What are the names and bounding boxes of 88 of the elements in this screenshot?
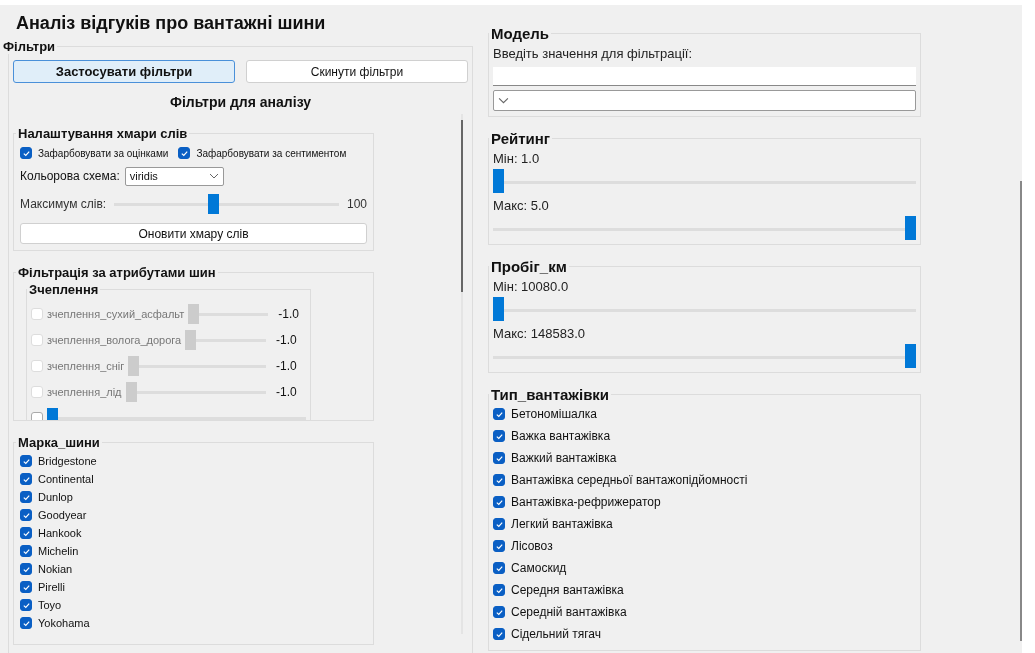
group-title: Модель xyxy=(490,25,551,42)
checkbox-label: Середня вантажівка xyxy=(511,583,624,597)
scrollbar[interactable] xyxy=(1020,181,1022,641)
slider-label: Мін: 10080.0 xyxy=(493,279,570,294)
checkbox[interactable] xyxy=(493,496,505,508)
checkbox[interactable] xyxy=(178,147,191,159)
checkbox[interactable] xyxy=(493,452,505,464)
checkbox-label: Бетономішалка xyxy=(511,407,597,421)
button[interactable]: Застосувати фільтри xyxy=(13,60,235,83)
checkbox-label: Легкий вантажівка xyxy=(511,517,613,531)
checkbox-label: Зафарбовувати за сентиментом xyxy=(196,147,347,159)
group-title: Рейтинг xyxy=(490,130,552,147)
field-label: Введіть значення для фільтрації: xyxy=(493,46,693,61)
checkbox-label: Dunlop xyxy=(38,491,73,503)
checkbox-label: Лісовоз xyxy=(511,539,553,553)
checkbox-label: Сідельний тягач xyxy=(511,627,601,641)
slider-value: -1.0 xyxy=(276,385,298,399)
app-title: Аналіз відгуків про вантажні шини xyxy=(16,13,326,35)
button[interactable]: Скинути фільтри xyxy=(246,60,468,83)
checkbox[interactable] xyxy=(20,599,32,611)
checkbox-label: Середній вантажівка xyxy=(511,605,627,619)
checkbox-label: Pirelli xyxy=(38,581,65,593)
group-title: Фільтрація за атрибутами шин xyxy=(17,266,217,280)
slider-label: Максимум слів: xyxy=(20,197,107,211)
checkbox-label: Важкий вантажівка xyxy=(511,451,617,465)
slider-value: -1.0 xyxy=(276,359,298,373)
input-field[interactable] xyxy=(493,67,916,86)
group-title: Зчеплення xyxy=(28,282,100,297)
checkbox-label: Toyo xyxy=(38,599,62,611)
checkbox-label: Michelin xyxy=(38,545,79,557)
checkbox-label: зчеплення_сніг xyxy=(47,360,125,372)
checkbox-label: Bridgestone xyxy=(38,455,97,467)
checkbox[interactable] xyxy=(20,581,32,593)
checkbox[interactable] xyxy=(493,628,505,640)
checkbox[interactable] xyxy=(493,562,505,574)
checkbox-label: Yokohama xyxy=(38,617,90,629)
slider-label: Макс: 148583.0 xyxy=(493,326,586,341)
slider-thumb[interactable] xyxy=(905,344,916,368)
checkbox[interactable] xyxy=(20,509,32,521)
button[interactable]: Оновити хмару слів xyxy=(20,223,367,244)
checkbox[interactable] xyxy=(20,491,32,503)
checkbox-label: Hankook xyxy=(38,527,82,539)
chevron-down-icon xyxy=(498,97,509,104)
checkbox-label: зчеплення_лід xyxy=(47,386,122,398)
slider-label: Макс: 5.0 xyxy=(493,198,550,213)
slider-thumb[interactable] xyxy=(905,216,916,240)
checkbox[interactable] xyxy=(20,527,32,539)
dropdown[interactable]: viridis xyxy=(124,166,224,186)
scrollbar[interactable] xyxy=(461,114,463,634)
checkbox-label: Вантажівка середньої вантажопідйомності xyxy=(511,473,748,487)
checkbox-label: Goodyear xyxy=(38,509,87,521)
checkbox[interactable] xyxy=(20,545,32,557)
checkbox[interactable] xyxy=(20,617,32,629)
checkbox[interactable] xyxy=(20,147,32,159)
slider-thumb[interactable] xyxy=(493,169,504,193)
checkbox-label: зчеплення_волога_дорога xyxy=(47,334,182,346)
checkbox[interactable] xyxy=(20,563,32,575)
checkbox[interactable] xyxy=(493,474,505,486)
section-heading: Фільтри для аналізу xyxy=(168,94,313,110)
checkbox-label: Важка вантажівка xyxy=(511,429,611,443)
chevron-down-icon xyxy=(208,173,219,179)
slider-thumb[interactable] xyxy=(493,297,504,321)
checkbox-label: Самоскид xyxy=(511,561,567,575)
slider-thumb[interactable] xyxy=(208,194,220,214)
group-title: Пробіг_км xyxy=(490,258,568,275)
checkbox[interactable] xyxy=(493,518,505,530)
group-title: Марка_шини xyxy=(17,435,101,450)
checkbox[interactable] xyxy=(20,473,32,485)
checkbox[interactable] xyxy=(493,606,505,618)
slider-value: -1.0 xyxy=(278,307,300,321)
checkbox[interactable] xyxy=(20,455,32,467)
checkbox[interactable] xyxy=(493,584,505,596)
checkbox-label: Continental xyxy=(38,473,94,485)
slider-value: -1.0 xyxy=(276,333,298,347)
group-title: Фільтри xyxy=(2,39,57,54)
slider-value: 100 xyxy=(346,197,367,211)
field-label: Кольорова схема: xyxy=(20,169,120,183)
dropdown[interactable] xyxy=(493,90,916,111)
checkbox[interactable] xyxy=(493,430,505,442)
group-title: Налаштування хмари слів xyxy=(17,126,189,141)
checkbox[interactable] xyxy=(493,540,505,552)
checkbox-label: зчеплення_сухий_асфальт xyxy=(47,308,185,320)
checkbox-label: Зафарбовувати за оцінками xyxy=(38,147,169,159)
group-title: Тип_вантажівки xyxy=(490,386,611,403)
checkbox-label: Вантажівка-рефрижератор xyxy=(511,495,661,509)
checkbox[interactable] xyxy=(493,408,505,420)
checkbox-label: Nokian xyxy=(38,563,73,575)
slider-label: Мін: 1.0 xyxy=(493,151,541,166)
